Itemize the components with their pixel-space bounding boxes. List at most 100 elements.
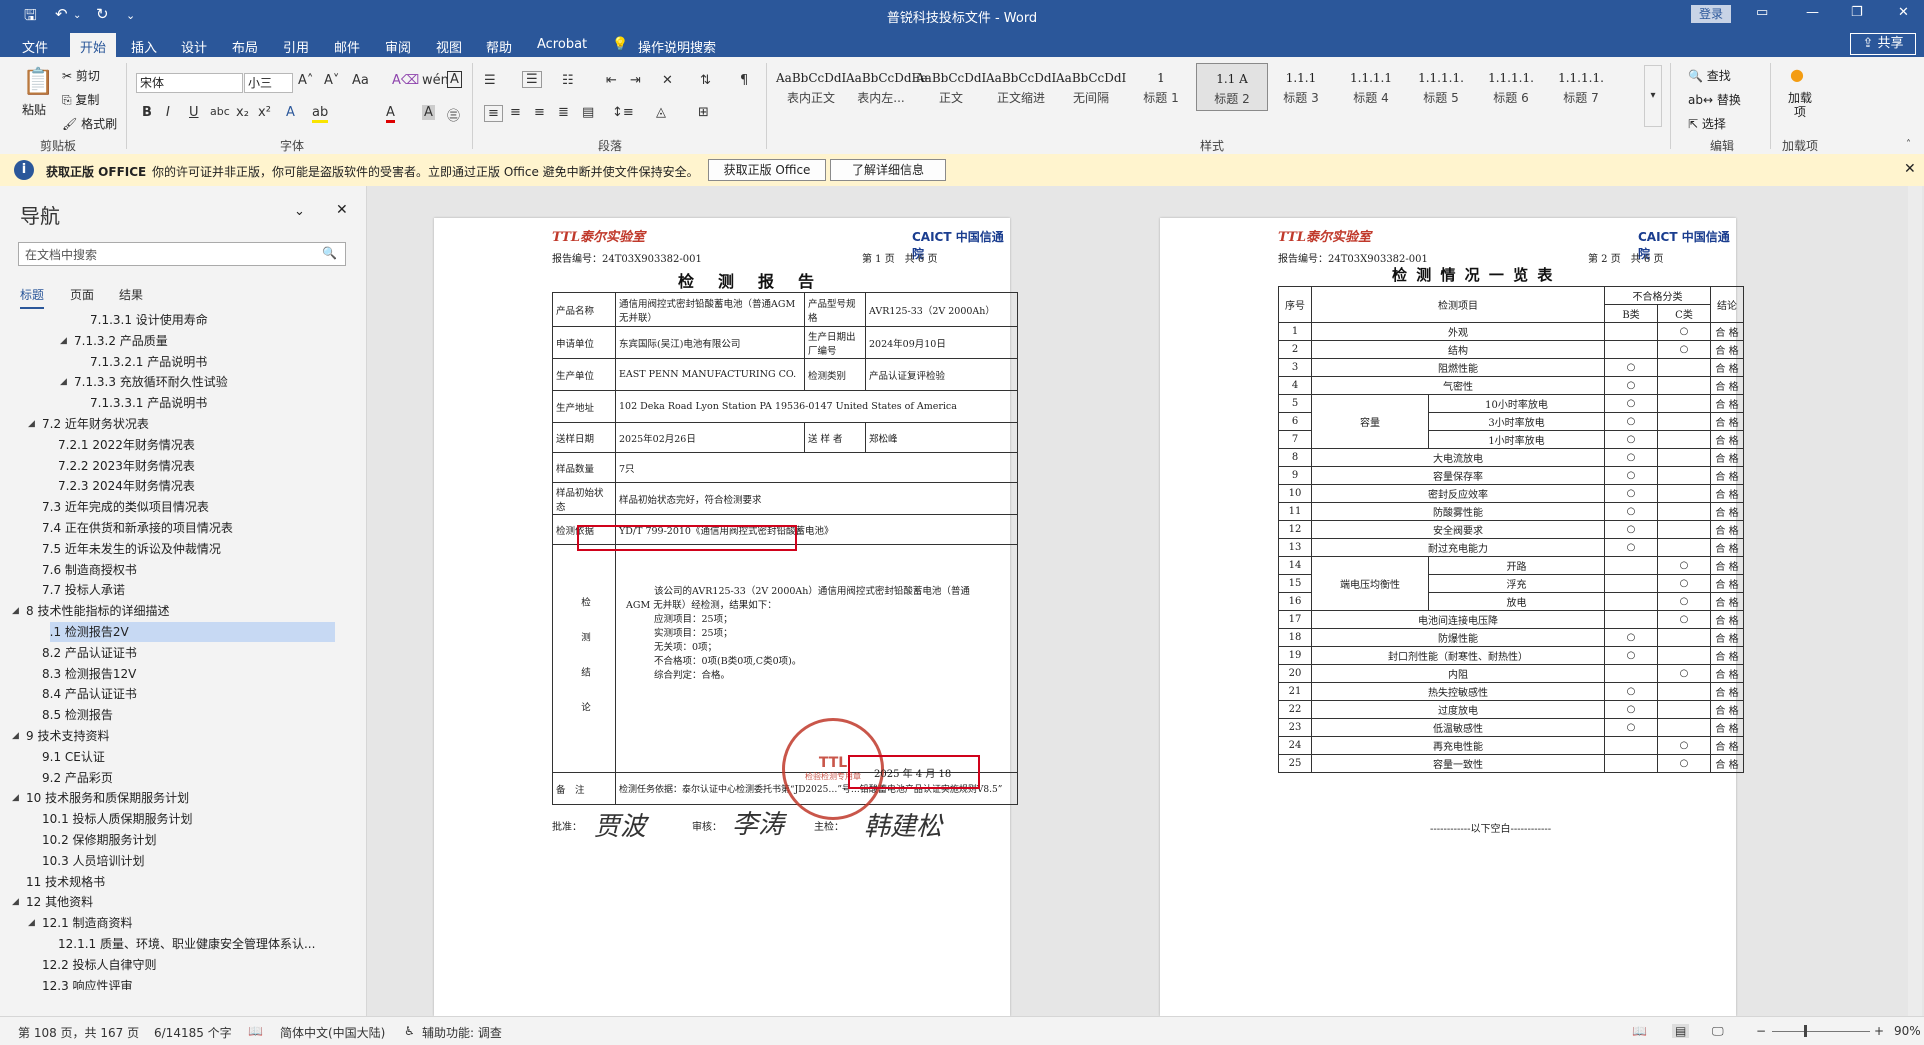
line-spacing-icon[interactable]: ↕≡: [612, 105, 634, 120]
align-left-icon[interactable]: ≡: [484, 105, 503, 122]
get-genuine-office-button[interactable]: 获取正版 Office: [708, 159, 826, 181]
print-layout-icon[interactable]: ▤: [1672, 1024, 1690, 1038]
copy-button[interactable]: ⎘ 复制: [62, 91, 99, 108]
nav-heading-item[interactable]: 7.7 投标人承诺: [0, 580, 340, 600]
collapse-triangle-icon[interactable]: ◢: [12, 892, 19, 912]
language[interactable]: 简体中文(中国大陆): [280, 1024, 385, 1041]
nav-heading-item[interactable]: 7.1.3.2.1 产品说明书: [0, 352, 340, 372]
search-icon[interactable]: 🔍: [322, 246, 337, 260]
distributed-icon[interactable]: ▤: [582, 105, 594, 120]
nav-heading-item[interactable]: ◢ 7.1.3.2 产品质量: [0, 331, 340, 351]
style-item[interactable]: AaBbCcDdI 无间隔: [1056, 63, 1126, 109]
style-item[interactable]: 1.1 A 标题 2: [1196, 63, 1268, 111]
replace-button[interactable]: ab↔ 替换: [1688, 91, 1741, 108]
vertical-scrollbar[interactable]: [1908, 186, 1922, 1016]
underline-icon[interactable]: U: [189, 105, 199, 120]
zoom-slider-thumb[interactable]: [1804, 1025, 1807, 1037]
nav-options-icon[interactable]: ⌄: [294, 204, 305, 219]
tab-layout[interactable]: 布局: [232, 37, 258, 56]
style-item[interactable]: AaBbCcDdI 表内正文: [776, 63, 846, 109]
nav-tab-headings[interactable]: 标题: [20, 286, 45, 309]
nav-heading-item[interactable]: ◢ 7.2 近年财务状况表: [0, 414, 340, 434]
style-item[interactable]: AaBbCcDdEe 表内左...: [846, 63, 927, 109]
nav-heading-item[interactable]: ◢ 12 其他资料: [0, 892, 340, 912]
collapse-ribbon-icon[interactable]: ˄: [1906, 139, 1911, 150]
paste-button[interactable]: 粘贴: [22, 101, 46, 118]
tell-me-search[interactable]: 操作说明搜索: [638, 37, 716, 56]
share-button[interactable]: ⇪ 共享: [1850, 33, 1916, 55]
format-painter-button[interactable]: 🖌 格式刷: [62, 115, 117, 132]
style-item[interactable]: 1 标题 1: [1126, 63, 1196, 109]
bold-icon[interactable]: B: [142, 105, 152, 120]
collapse-triangle-icon[interactable]: ◢: [60, 372, 67, 392]
tab-mailings[interactable]: 邮件: [334, 37, 360, 56]
nav-heading-item[interactable]: 9.2 产品彩页: [0, 768, 340, 788]
style-item[interactable]: 1.1.1.1. 标题 5: [1406, 63, 1476, 109]
ribbon-display-options-icon[interactable]: ▭: [1756, 5, 1768, 20]
nav-heading-item[interactable]: 7.6 制造商授权书: [0, 560, 340, 580]
zoom-out-icon[interactable]: −: [1756, 1024, 1766, 1038]
tab-references[interactable]: 引用: [283, 37, 309, 56]
tab-file[interactable]: 文件: [22, 37, 48, 56]
collapse-triangle-icon[interactable]: ◢: [12, 726, 19, 746]
font-color-icon[interactable]: A: [386, 105, 395, 123]
nav-heading-item[interactable]: 7.3 近年完成的类似项目情况表: [0, 497, 340, 517]
nav-heading-item[interactable]: 10.3 人员培训计划: [0, 851, 340, 871]
nav-heading-item[interactable]: 12.1.1 质量、环境、职业健康安全管理体系认...: [0, 934, 340, 954]
nav-heading-item[interactable]: 7.2.2 2023年财务情况表: [0, 456, 340, 476]
collapse-triangle-icon[interactable]: ◢: [28, 913, 35, 933]
style-item[interactable]: AaBbCcDdI 正文缩进: [986, 63, 1056, 109]
addins-button[interactable]: 加载项: [1788, 91, 1812, 119]
paste-icon[interactable]: 📋: [22, 67, 54, 97]
find-button[interactable]: 🔍 查找: [1688, 67, 1731, 84]
numbering-icon[interactable]: ☰: [522, 71, 542, 88]
shrink-font-icon[interactable]: A˅: [324, 73, 339, 88]
change-case-icon[interactable]: Aa: [352, 73, 369, 88]
nav-tab-results[interactable]: 结果: [119, 286, 143, 303]
style-item[interactable]: 1.1.1.1. 标题 6: [1476, 63, 1546, 109]
collapse-triangle-icon[interactable]: ◢: [28, 414, 35, 434]
web-layout-icon[interactable]: 🖵: [1712, 1024, 1724, 1039]
addin-icon[interactable]: ●: [1790, 65, 1804, 84]
nav-heading-item[interactable]: ◢ 10 技术服务和质保期服务计划: [0, 788, 340, 808]
strikethrough-icon[interactable]: abc: [210, 105, 230, 118]
nav-heading-item[interactable]: 8.5 检测报告: [0, 705, 340, 725]
nav-heading-item[interactable]: 10.1 投标人质保期服务计划: [0, 809, 340, 829]
tab-acrobat[interactable]: Acrobat: [537, 37, 587, 52]
tab-help[interactable]: 帮助: [486, 37, 512, 56]
nav-heading-item[interactable]: 8.3 检测报告12V: [0, 664, 340, 684]
justify-icon[interactable]: ≣: [558, 105, 569, 120]
increase-indent-icon[interactable]: ⇥: [630, 73, 641, 88]
styles-more-icon[interactable]: ▾: [1644, 65, 1662, 127]
nav-tab-pages[interactable]: 页面: [70, 286, 94, 303]
shading-icon[interactable]: ◬: [656, 105, 666, 120]
read-mode-icon[interactable]: 📖: [1632, 1024, 1647, 1038]
collapse-triangle-icon[interactable]: ◢: [60, 331, 67, 351]
clear-format-icon[interactable]: A⌫: [392, 73, 419, 88]
font-name-combo[interactable]: 宋体: [136, 73, 243, 93]
tab-view[interactable]: 视图: [436, 37, 462, 56]
grow-font-icon[interactable]: A˄: [298, 73, 313, 88]
nav-heading-item[interactable]: 9.1 CE认证: [0, 747, 340, 767]
close-icon[interactable]: ✕: [1898, 5, 1909, 20]
nav-heading-item[interactable]: 8.4 产品认证证书: [0, 684, 340, 704]
font-size-combo[interactable]: 小三: [244, 73, 293, 93]
bullets-icon[interactable]: ☰: [484, 73, 496, 88]
italic-icon[interactable]: I: [166, 105, 170, 120]
page-1[interactable]: TTL泰尔实验室 CAICT 中国信通院 报告编号：24T03X903382-0…: [434, 218, 1018, 1016]
close-warning-icon[interactable]: ✕: [1904, 161, 1916, 177]
tab-design[interactable]: 设计: [181, 37, 207, 56]
minimize-icon[interactable]: —: [1806, 5, 1819, 20]
decrease-indent-icon[interactable]: ⇤: [606, 73, 617, 88]
nav-heading-item[interactable]: 12.2 投标人自律守则: [0, 955, 340, 975]
nav-heading-item[interactable]: ◢ 12.1 制造商资料: [0, 913, 340, 933]
nav-heading-item[interactable]: 7.1.3.3.1 产品说明书: [0, 393, 340, 413]
enclose-char-icon[interactable]: ㊂: [447, 105, 460, 124]
phonetic-guide-icon[interactable]: wén: [422, 73, 449, 88]
style-item[interactable]: AaBbCcDdI 正文: [916, 63, 986, 109]
zoom-level[interactable]: 90%: [1894, 1024, 1921, 1038]
highlight-icon[interactable]: ab: [312, 105, 329, 123]
nav-heading-item[interactable]: 8.2 产品认证证书: [0, 643, 340, 663]
word-count[interactable]: 6/14185 个字: [154, 1024, 232, 1041]
char-shading-icon[interactable]: A: [422, 105, 435, 120]
